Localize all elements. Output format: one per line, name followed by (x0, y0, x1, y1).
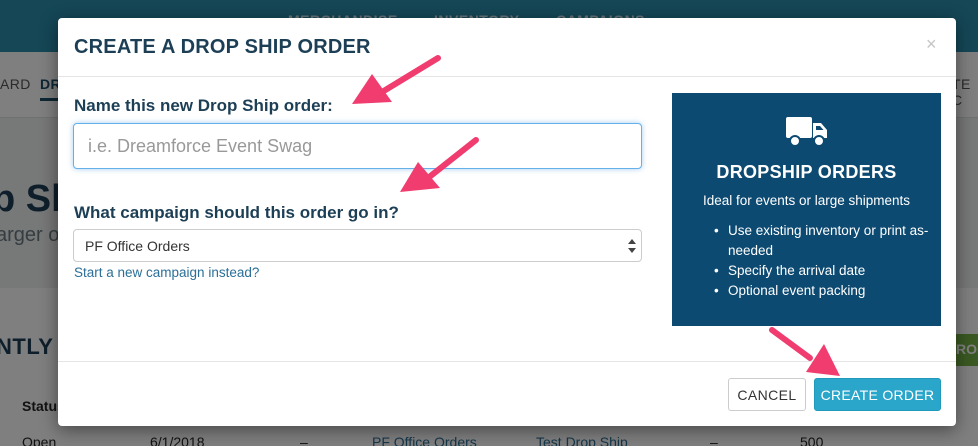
campaign-select-value: PF Office Orders (85, 238, 190, 254)
info-panel-subtitle: Ideal for events or large shipments (702, 193, 911, 208)
campaign-select[interactable]: PF Office Orders (73, 229, 642, 262)
campaign-label: What campaign should this order go in? (74, 203, 399, 222)
order-name-input[interactable] (73, 123, 642, 169)
dropship-info-panel: DROPSHIP ORDERS Ideal for events or larg… (672, 93, 941, 326)
info-panel-title: DROPSHIP ORDERS (716, 162, 897, 182)
cancel-button[interactable]: CANCEL (728, 378, 806, 411)
truck-icon (786, 117, 827, 147)
modal-title: CREATE A DROP SHIP ORDER (74, 36, 371, 58)
new-campaign-link[interactable]: Start a new campaign instead? (74, 265, 259, 280)
list-item: Specify the arrival date (714, 261, 929, 281)
close-icon[interactable]: × (926, 34, 937, 55)
create-drop-ship-modal: CREATE A DROP SHIP ORDER × Name this new… (58, 18, 956, 426)
list-item: Optional event packing (714, 281, 929, 301)
select-updown-icon (628, 239, 636, 253)
modal-header: CREATE A DROP SHIP ORDER × (58, 18, 956, 77)
create-order-button[interactable]: CREATE ORDER (814, 378, 941, 411)
list-item: Use existing inventory or print as-neede… (714, 221, 929, 261)
order-name-label: Name this new Drop Ship order: (74, 96, 333, 115)
info-panel-bullets: Use existing inventory or print as-neede… (714, 221, 929, 301)
modal-footer: CANCEL CREATE ORDER (58, 361, 956, 426)
